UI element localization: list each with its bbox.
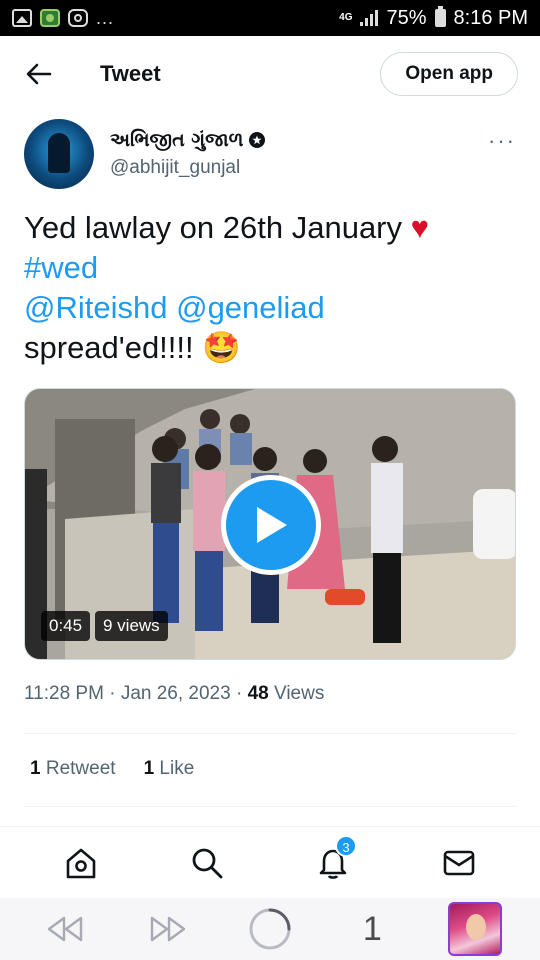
back-button[interactable] <box>22 57 56 91</box>
tab-count: 1 <box>362 909 382 948</box>
app-notification-icon <box>40 9 60 27</box>
tweet-date[interactable]: Jan 26, 2023 <box>121 683 231 704</box>
tweet-text-line: Yed lawlay on 26th January <box>24 210 411 245</box>
mention-link-geneliad[interactable]: @geneliad <box>176 290 325 325</box>
browser-reload-button[interactable] <box>240 901 300 957</box>
meta-separator: · <box>109 683 116 704</box>
retweets-stat[interactable]: 1 Retweet <box>30 758 116 780</box>
status-bar: ... 4G 75% 8:16 PM <box>0 0 540 36</box>
nav-search[interactable] <box>177 833 237 893</box>
search-icon <box>192 848 223 878</box>
hashtag-link[interactable]: #wed <box>24 250 98 285</box>
browser-back-button[interactable] <box>35 901 95 957</box>
tweet-time[interactable]: 11:28 PM <box>24 683 104 704</box>
author-handle[interactable]: @abhijit_gunjal <box>110 157 265 179</box>
instagram-notification-icon <box>68 9 88 27</box>
browser-forward-button[interactable] <box>138 901 198 957</box>
star-struck-emoji: 🤩 <box>202 330 241 365</box>
tweet-stats: 1 Retweet 1 Like <box>30 758 194 780</box>
play-button[interactable] <box>221 475 321 575</box>
browser-toolbar: 1 <box>0 898 540 960</box>
retweets-label: Retweet <box>45 758 116 779</box>
battery-percent: 75% <box>386 6 427 29</box>
profile-avatar <box>447 902 502 956</box>
more-options-button[interactable]: ··· <box>488 128 516 154</box>
tweet-text-line: spread'ed!!!! <box>24 330 203 365</box>
back-arrow-icon <box>26 63 52 85</box>
video-views: 9 views <box>95 611 168 641</box>
tweet-meta: 11:28 PM · Jan 26, 2023 · 48 Views <box>24 683 324 705</box>
top-bar: Tweet Open app <box>0 36 540 112</box>
browser-tabs-button[interactable]: 1 <box>342 901 402 957</box>
heart-emoji: ♥ <box>410 210 430 245</box>
home-icon <box>66 848 96 878</box>
notifications-badge: 3 <box>335 834 357 857</box>
tweet-text: Yed lawlay on 26th January ♥ #wed @Ritei… <box>24 208 516 368</box>
likes-label: Like <box>159 758 195 779</box>
open-app-button[interactable]: Open app <box>380 52 518 96</box>
nav-messages[interactable] <box>429 833 489 893</box>
clock: 8:16 PM <box>453 6 528 29</box>
fast-forward-icon <box>150 916 185 942</box>
network-type: 4G <box>339 12 353 23</box>
play-icon <box>257 507 287 543</box>
nav-home[interactable] <box>51 833 111 893</box>
divider <box>24 733 516 734</box>
loading-spinner-icon <box>249 908 291 950</box>
views-label: Views <box>274 683 325 704</box>
rewind-icon <box>47 916 83 942</box>
battery-icon <box>434 6 446 27</box>
view-count: 48 <box>247 683 269 704</box>
video-player[interactable]: 0:45 9 views <box>24 388 516 660</box>
more-notifications-indicator: ... <box>96 7 115 28</box>
meta-separator: · <box>235 683 243 704</box>
nav-notifications[interactable]: 3 <box>303 833 363 893</box>
tweet-author: અભિજીત ગુંજાળ @abhijit_gunjal ··· <box>24 118 516 190</box>
gallery-notification-icon <box>12 9 32 27</box>
bottom-nav: 3 <box>0 826 540 898</box>
mail-icon <box>443 850 475 875</box>
signal-icon <box>360 10 379 26</box>
divider <box>24 806 516 807</box>
browser-profile-button[interactable] <box>445 901 505 957</box>
likes-stat[interactable]: 1 Like <box>144 758 195 780</box>
author-name[interactable]: અભિજીત ગુંજાળ <box>110 129 243 151</box>
likes-count: 1 <box>143 758 155 779</box>
author-avatar[interactable] <box>24 119 94 189</box>
retweets-count: 1 <box>30 758 41 779</box>
verified-badge-icon <box>249 132 266 148</box>
video-duration: 0:45 <box>41 611 91 641</box>
mention-link-riteishd[interactable]: @Riteishd <box>24 290 167 325</box>
page-title: Tweet <box>100 61 161 86</box>
